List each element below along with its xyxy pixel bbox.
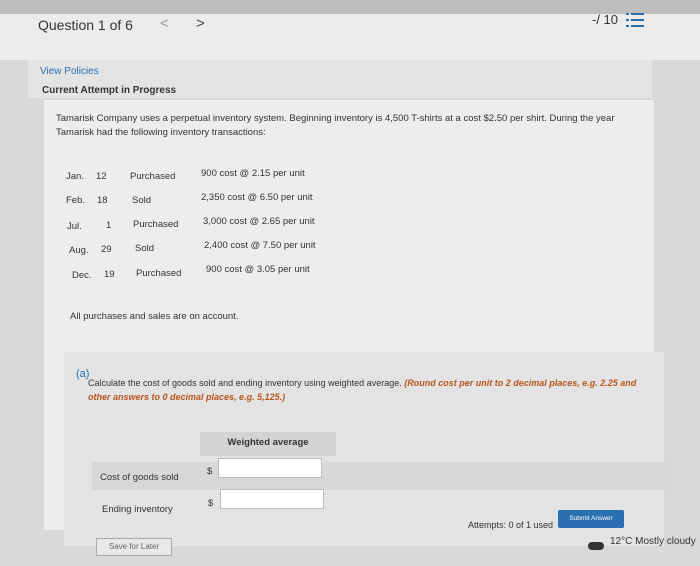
txn-month: Feb. — [66, 195, 86, 206]
txn-day: 12 — [96, 171, 107, 182]
problem-statement: Tamarisk Company uses a perpetual invent… — [56, 113, 615, 138]
txn-day: 1 — [106, 220, 112, 231]
txn-type: Sold — [132, 195, 152, 206]
previous-question-button[interactable]: < — [160, 15, 169, 32]
txn-detail: 900 cost @ 2.15 per unit — [201, 168, 305, 179]
attempt-status: Current Attempt in Progress — [42, 85, 177, 96]
txn-type: Sold — [135, 243, 155, 254]
attempts-counter: Attempts: 0 of 1 used — [468, 520, 554, 530]
view-policies-link[interactable]: View Policies — [40, 66, 99, 77]
txn-day: 19 — [104, 269, 115, 280]
part-a-instructions: Calculate the cost of goods sold and end… — [88, 376, 648, 404]
txn-month: Dec. — [72, 270, 92, 281]
txn-month: Jan. — [66, 171, 84, 182]
txn-day: 18 — [97, 195, 108, 206]
txn-type: Purchased — [133, 219, 179, 230]
problem-note: All purchases and sales are on account. — [70, 311, 239, 322]
txn-type: Purchased — [136, 268, 182, 279]
cogs-currency: $ — [207, 466, 213, 477]
answer-row-band — [92, 462, 672, 490]
ending-inventory-label: Ending inventory — [102, 504, 173, 515]
txn-day: 29 — [101, 244, 112, 255]
ending-inventory-currency: $ — [208, 498, 214, 509]
txn-detail: 3,000 cost @ 2.65 per unit — [203, 216, 315, 227]
txn-month: Jul. — [67, 221, 82, 232]
column-header-weighted-average: Weighted average — [200, 432, 336, 456]
cloud-icon — [588, 542, 604, 550]
txn-detail: 2,400 cost @ 7.50 per unit — [204, 240, 316, 251]
txn-month: Aug. — [69, 245, 89, 256]
txn-detail: 2,350 cost @ 6.50 per unit — [201, 192, 313, 203]
txn-type: Purchased — [130, 171, 176, 182]
question-counter: Question 1 of 6 — [38, 17, 133, 33]
cogs-label: Cost of goods sold — [100, 472, 179, 483]
save-for-later-button[interactable]: Save for Later — [96, 538, 172, 556]
instruction-text: Calculate the cost of goods sold and end… — [88, 378, 402, 388]
next-question-button[interactable]: > — [196, 15, 205, 32]
question-score: -/ 10 — [592, 12, 619, 27]
question-list-icon[interactable] — [626, 13, 644, 27]
weather-widget[interactable]: 12°C Mostly cloudy — [610, 536, 696, 547]
txn-detail: 900 cost @ 3.05 per unit — [206, 264, 310, 275]
ending-inventory-input[interactable] — [220, 489, 324, 509]
cogs-input[interactable] — [218, 458, 322, 478]
submit-answer-button[interactable]: Submit Answer — [558, 510, 624, 528]
